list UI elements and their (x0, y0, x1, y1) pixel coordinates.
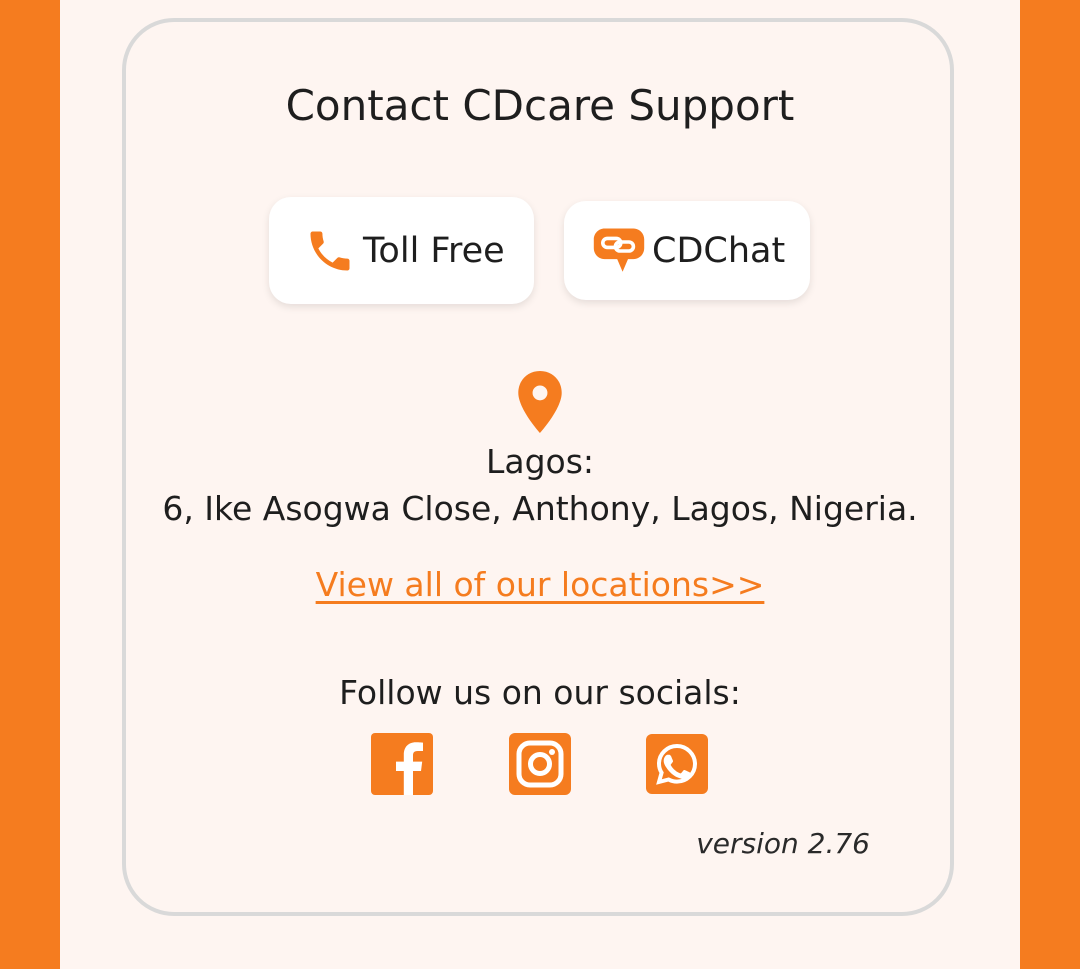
view-all-locations-link[interactable]: View all of our locations>> (316, 565, 765, 604)
instagram-icon[interactable] (509, 733, 571, 795)
location-address: 6, Ike Asogwa Close, Anthony, Lagos, Nig… (162, 489, 918, 528)
support-title: Contact CDcare Support (285, 81, 795, 130)
phone-icon (303, 224, 357, 278)
location-city: Lagos: (485, 442, 595, 481)
toll-free-label: Toll Free (363, 230, 505, 271)
socials-label: Follow us on our socials: (339, 673, 741, 712)
support-panel: Contact CDcare Support Toll Free CDChat (60, 0, 1020, 969)
whatsapp-icon[interactable] (646, 734, 708, 794)
app-version: version 2.76 (696, 827, 870, 860)
location-pin-icon (515, 371, 565, 433)
page: Contact CDcare Support Toll Free CDChat (0, 0, 1080, 969)
chat-link-icon (592, 224, 646, 278)
cdchat-button[interactable]: CDChat (564, 201, 810, 300)
toll-free-button[interactable]: Toll Free (269, 197, 534, 304)
cdchat-label: CDChat (652, 230, 786, 271)
facebook-icon[interactable] (371, 733, 433, 795)
view-locations-row: View all of our locations>> (60, 563, 1020, 607)
